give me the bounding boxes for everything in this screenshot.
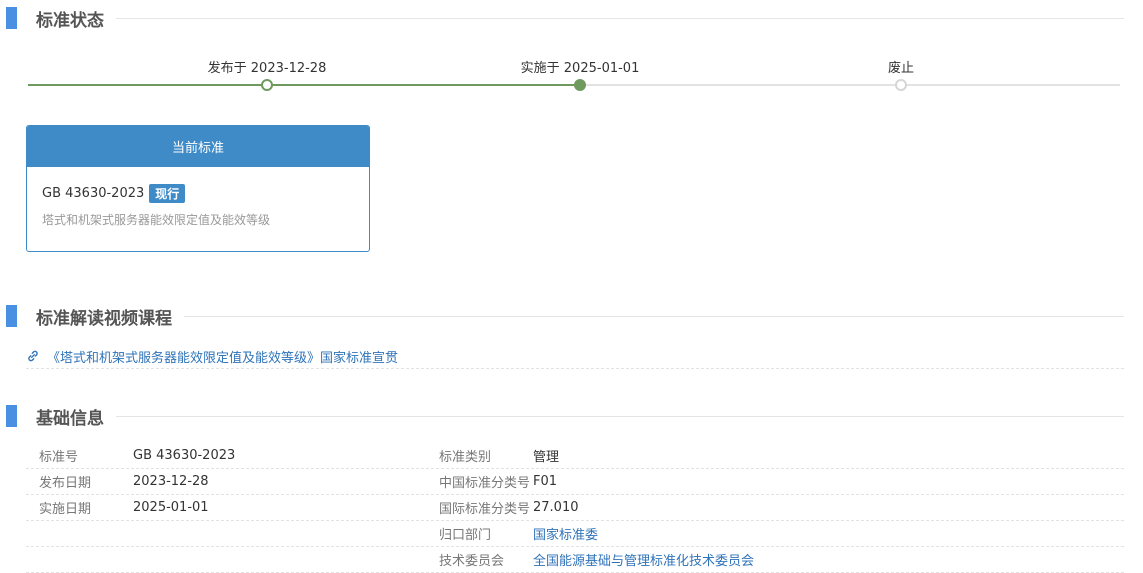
- video-course-link[interactable]: 《塔式和机架式服务器能效限定值及能效等级》国家标准宣贯: [47, 347, 398, 366]
- field-label: 标准类别: [439, 450, 492, 465]
- section-accent-bar: [6, 405, 17, 427]
- field-value: 2023-12-28: [133, 474, 209, 489]
- section-title-video: 标准解读视频课程: [6, 304, 1124, 329]
- table-row: 归口部门 国家标准委: [26, 521, 1124, 547]
- timeline-label-implemented: 实施于 2025-01-01: [520, 61, 640, 76]
- field-value: GB 43630-2023: [133, 448, 236, 463]
- section-divider: [116, 415, 1124, 417]
- status-badge: 现行: [149, 184, 186, 203]
- section-title-text: 标准解读视频课程: [36, 308, 172, 329]
- timeline-label-published: 发布于 2023-12-28: [207, 61, 327, 76]
- status-timeline: 发布于 2023-12-28 实施于 2025-01-01 废止: [28, 56, 1120, 96]
- video-course-row: 《塔式和机架式服务器能效限定值及能效等级》国家标准宣贯: [26, 344, 1124, 369]
- field-value: 2025-01-01: [133, 500, 209, 515]
- section-divider: [184, 315, 1124, 317]
- field-label: 发布日期: [39, 476, 92, 491]
- timeline-label-abolished: 废止: [887, 61, 915, 76]
- committee-link[interactable]: 全国能源基础与管理标准化技术委员会: [533, 550, 754, 569]
- standard-name: 塔式和机架式服务器能效限定值及能效等级: [42, 213, 271, 227]
- table-row: 标准号 GB 43630-2023 标准类别 管理: [26, 443, 1124, 469]
- field-label: 技术委员会: [439, 554, 505, 569]
- table-row: 实施日期 2025-01-01 国际标准分类号 27.010: [26, 495, 1124, 521]
- table-row: 技术委员会 全国能源基础与管理标准化技术委员会: [26, 547, 1124, 573]
- link-icon: [28, 350, 38, 362]
- card-code-row: GB 43630-2023 现行: [42, 184, 354, 203]
- table-row: 发布日期 2023-12-28 中国标准分类号 F01: [26, 469, 1124, 495]
- section-title-status: 标准状态: [6, 6, 1124, 31]
- timeline-node-abolished: [895, 79, 907, 91]
- section-divider: [116, 17, 1124, 19]
- timeline-progress: [28, 84, 580, 86]
- field-label: 实施日期: [39, 502, 92, 517]
- section-title-text: 基础信息: [36, 408, 104, 429]
- department-link[interactable]: 国家标准委: [533, 524, 598, 543]
- timeline-node-implemented: [574, 79, 586, 91]
- section-accent-bar: [6, 305, 17, 327]
- standard-code: GB 43630-2023: [42, 186, 145, 201]
- field-label: 归口部门: [439, 528, 492, 543]
- field-value: F01: [533, 474, 558, 489]
- section-title-basic-info: 基础信息: [6, 404, 1124, 429]
- field-value: 管理: [533, 450, 560, 465]
- current-standard-card[interactable]: 当前标准 GB 43630-2023 现行 塔式和机架式服务器能效限定值及能效等…: [26, 125, 370, 252]
- section-title-text: 标准状态: [36, 10, 104, 31]
- card-body: GB 43630-2023 现行 塔式和机架式服务器能效限定值及能效等级: [27, 167, 369, 228]
- field-label: 国际标准分类号: [439, 502, 531, 517]
- section-accent-bar: [6, 7, 17, 29]
- field-value: 27.010: [533, 500, 579, 515]
- field-label: 中国标准分类号: [439, 476, 531, 491]
- card-header: 当前标准: [27, 126, 369, 167]
- basic-info-table: 标准号 GB 43630-2023 标准类别 管理 发布日期 2023-12-2…: [26, 443, 1124, 573]
- timeline-node-published: [261, 79, 273, 91]
- field-label: 标准号: [39, 450, 79, 465]
